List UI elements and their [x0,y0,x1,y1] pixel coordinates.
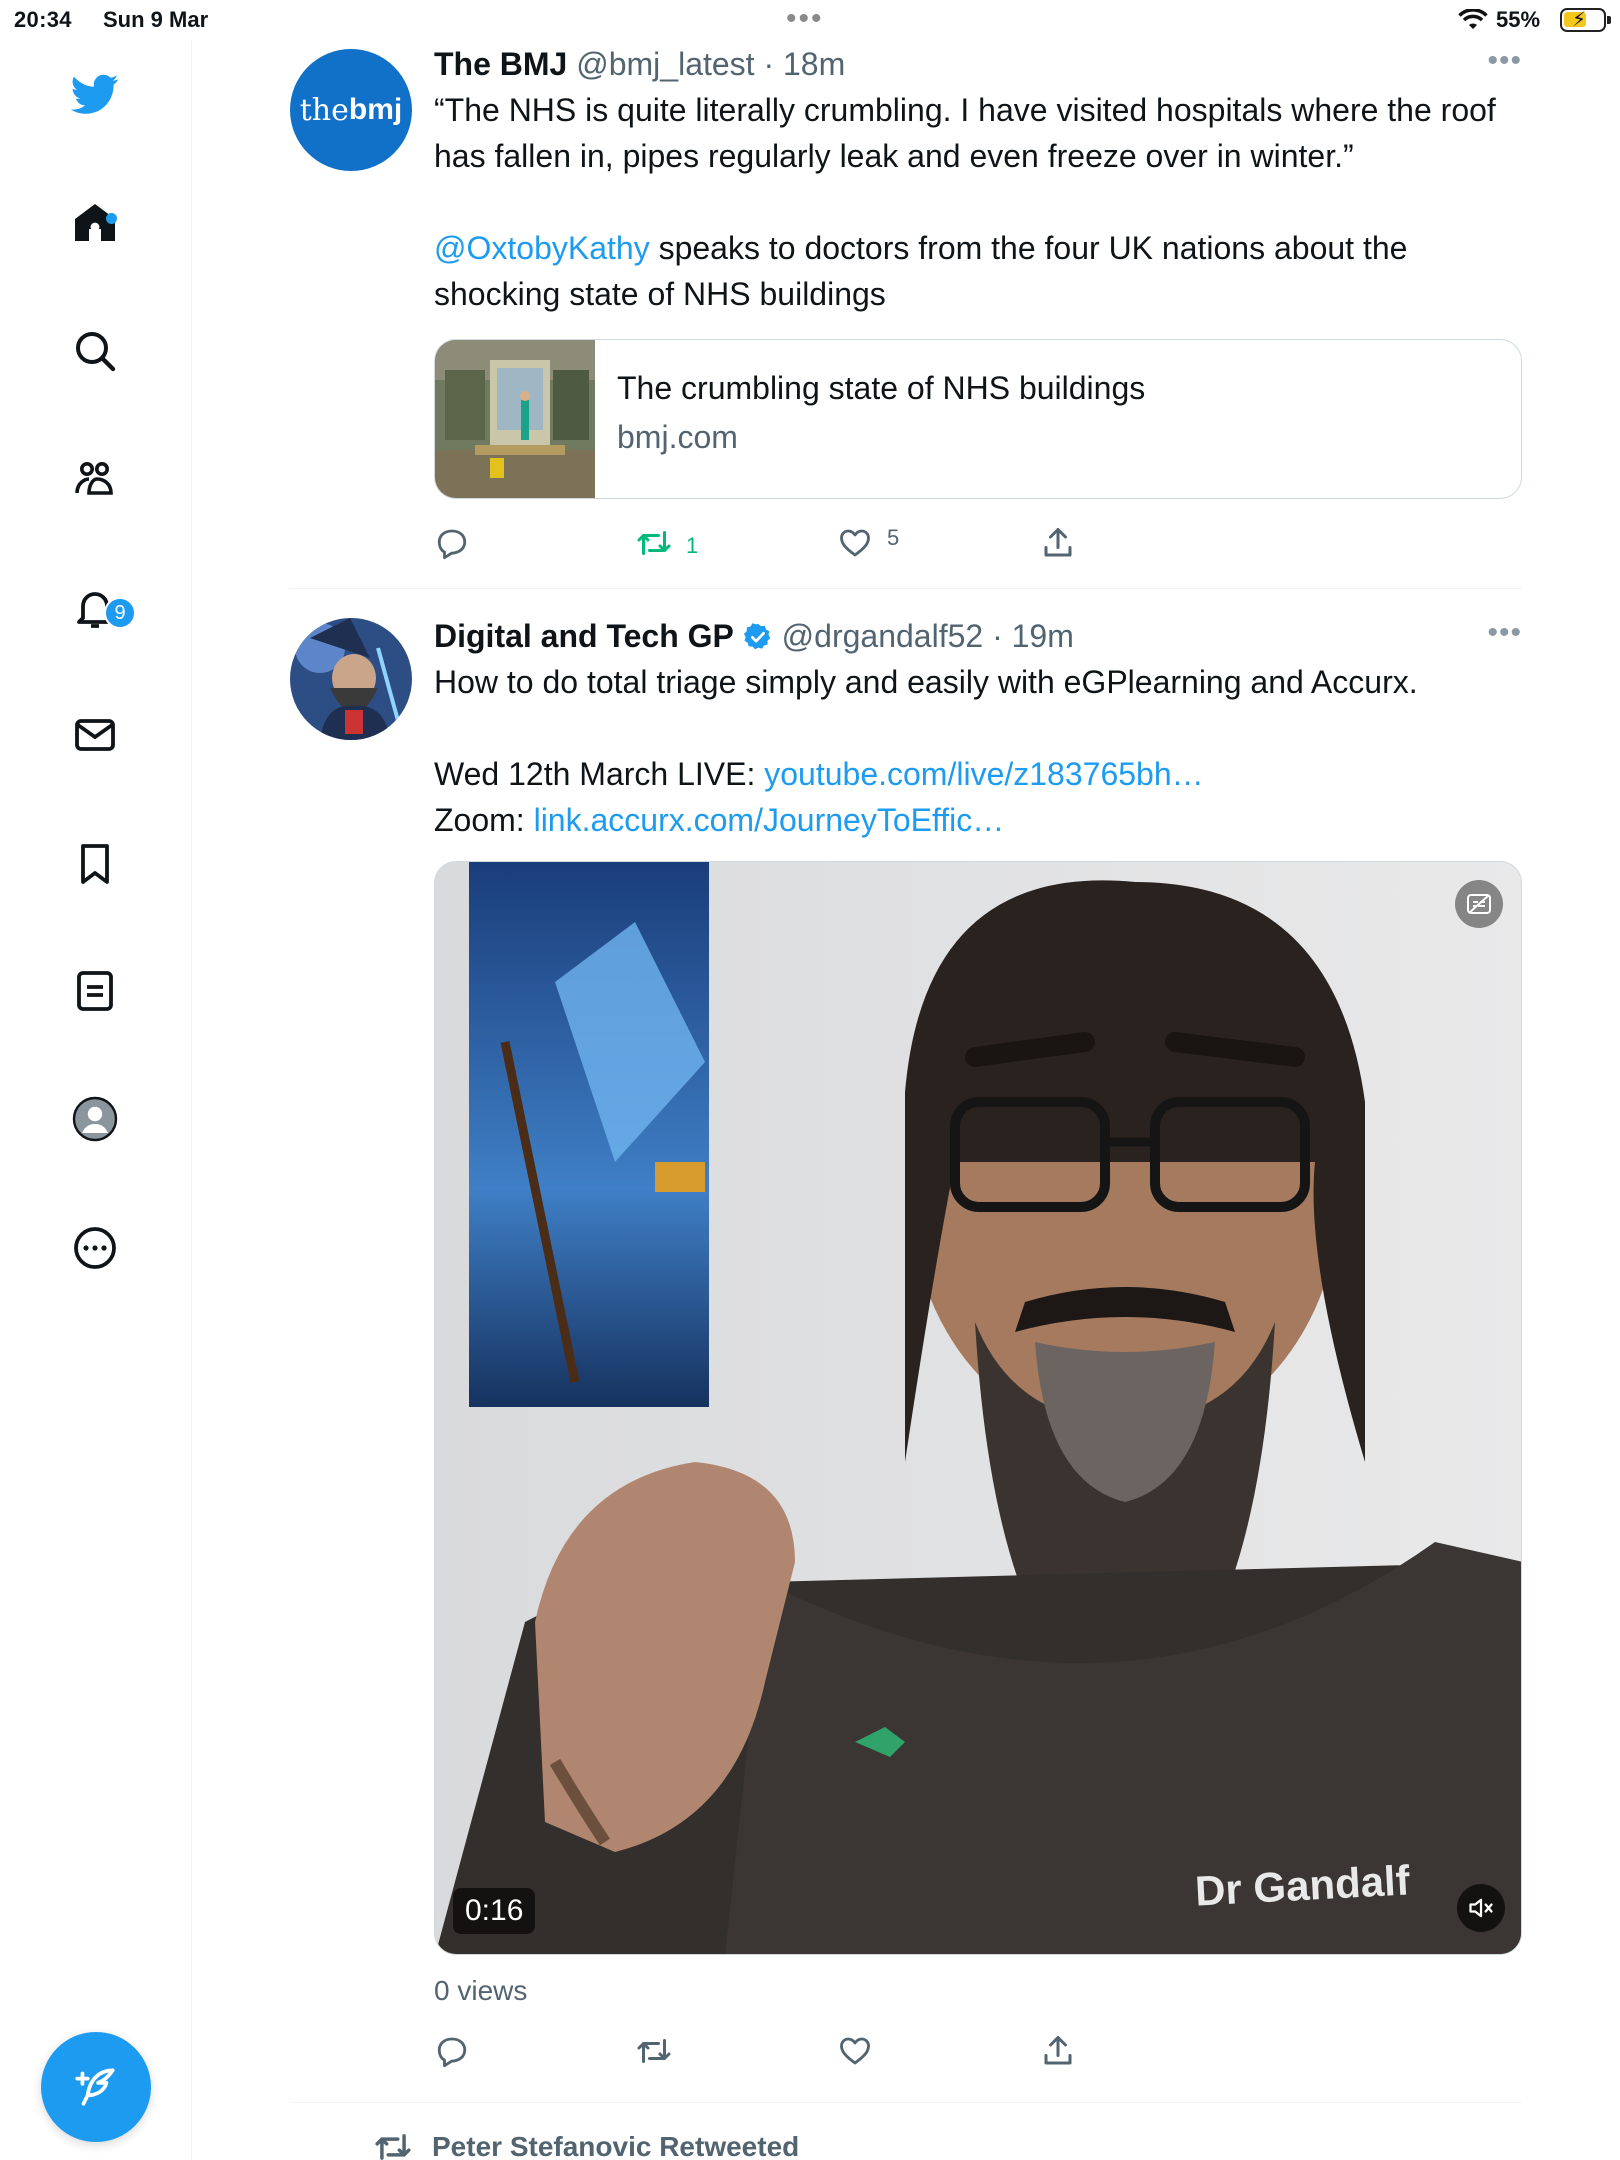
status-date: Sun 9 Mar [103,7,209,32]
tweet-divider [290,588,1522,589]
home-icon[interactable] [66,194,124,252]
battery-icon: ⚡ [1560,8,1611,32]
reply-icon [437,2037,467,2068]
compose-tweet-icon [75,2068,115,2106]
like-button[interactable]: 5 [837,525,899,561]
retweeted-by-row[interactable]: Peter Stefanovic Retweeted [374,2128,799,2160]
wifi-icon [1458,9,1488,29]
multitasking-dots-icon[interactable]: ••• [786,2,824,36]
retweet-button[interactable] [636,2033,672,2069]
twitter-bird-icon[interactable] [66,65,124,123]
tweet-line-live: Wed 12th March LIVE: youtube.com/live/z1… [434,751,1522,797]
volume-muted-icon [1469,1898,1493,1918]
like-icon [840,529,870,557]
status-time: 20:34 [14,7,72,32]
retweeted-by-text: Peter Stefanovic Retweeted [432,2131,800,2160]
video-duration: 0:16 [453,1888,536,1934]
lists-icon[interactable] [66,962,124,1020]
share-icon [1044,2036,1072,2065]
retweet-icon [637,2039,671,2063]
tweet-drgandalf[interactable]: Digital and Tech GP @drgandalf52 · 19m •… [290,610,1522,2110]
sidebar: 9 [0,40,192,2160]
like-button[interactable] [837,2033,873,2069]
like-count: 5 [887,525,900,550]
share-icon [1044,528,1072,557]
tweet-actions [434,2025,1522,2085]
messages-icon[interactable] [66,706,124,764]
link-card[interactable]: The crumbling state of NHS buildings bmj… [434,339,1522,499]
like-icon [840,2037,870,2065]
link-card-thumbnail [435,340,595,498]
share-button[interactable] [1040,525,1076,561]
video-player[interactable]: Dr Gandalf 0:16 [434,861,1522,1955]
zoom-prefix: Zoom: [434,802,534,838]
mention-link[interactable]: @OxtobyKathy [434,230,650,266]
author-handle[interactable]: @bmj_latest [576,46,754,82]
avatar-logo-text-bold: bmj [348,93,403,126]
compose-tweet-button[interactable] [41,2032,151,2142]
header-separator: · [983,618,1012,654]
more-icon[interactable] [66,1219,124,1277]
tweet-time[interactable]: 18m [783,46,845,82]
tweet-bmj[interactable]: the bmj The BMJ @bmj_latest · 18m ••• “Th… [290,40,1522,590]
battery-percent: 55% [1496,7,1541,32]
tweet-actions: 1 5 [434,517,1522,577]
video-frame [435,862,1521,1954]
tweet-text: How to do total triage simply and easily… [434,664,1418,700]
author-handle[interactable]: @drgandalf52 [782,618,984,654]
live-prefix: Wed 12th March LIVE: [434,756,765,792]
mute-button[interactable] [1457,1884,1505,1932]
reply-button[interactable] [434,525,470,561]
captions-icon [1467,894,1491,914]
youtube-link[interactable]: youtube.com/live/z183765bh… [764,756,1203,792]
link-card-title: The crumbling state of NHS buildings [617,370,1146,406]
communities-icon[interactable] [66,450,124,508]
tweet-time[interactable]: 19m [1012,618,1074,654]
home-unread-dot [106,213,117,224]
captions-button[interactable] [1455,880,1503,928]
header-separator: · [754,46,783,82]
twitter-logo-icon [71,74,119,114]
tweet-line-zoom: Zoom: link.accurx.com/JourneyToEffic… [434,797,1522,843]
tweet-divider [290,2102,1522,2103]
verified-badge-icon [743,623,771,650]
reply-button[interactable] [434,2033,470,2069]
tweet-text: “The NHS is quite literally crumbling. I… [434,92,1496,174]
retweet-count: 1 [686,533,699,558]
author-name[interactable]: The BMJ [434,46,567,82]
reply-icon [437,529,467,560]
view-count: 0 views [434,1975,528,2006]
status-bar: 20:34 Sun 9 Mar ••• 55% ⚡ [0,0,1620,40]
avatar-bmj[interactable]: the bmj [290,49,412,171]
tweet-more-icon[interactable]: ••• [1487,616,1522,650]
link-card-domain: bmj.com [617,419,738,455]
tweet-header: The BMJ @bmj_latest · 18m [434,44,1522,84]
author-name[interactable]: Digital and Tech GP [434,618,734,654]
tweet-header: Digital and Tech GP @drgandalf52 · 19m [434,616,1522,656]
share-button[interactable] [1040,2033,1076,2069]
retweet-button[interactable]: 1 [636,525,698,561]
zoom-link[interactable]: link.accurx.com/JourneyToEffic… [534,802,1005,838]
retweeted-icon [375,2134,411,2160]
avatar-logo-text: the [299,92,349,128]
tweet-more-icon[interactable]: ••• [1487,44,1522,78]
avatar-drgandalf[interactable] [290,618,412,740]
notifications-badge: 9 [104,597,136,629]
profile-icon[interactable] [66,1090,124,1148]
tweet-text-2: @OxtobyKathy speaks to doctors from the … [434,225,1514,317]
search-icon[interactable] [66,322,124,380]
retweet-icon [637,531,671,555]
bookmarks-icon[interactable] [66,835,124,893]
